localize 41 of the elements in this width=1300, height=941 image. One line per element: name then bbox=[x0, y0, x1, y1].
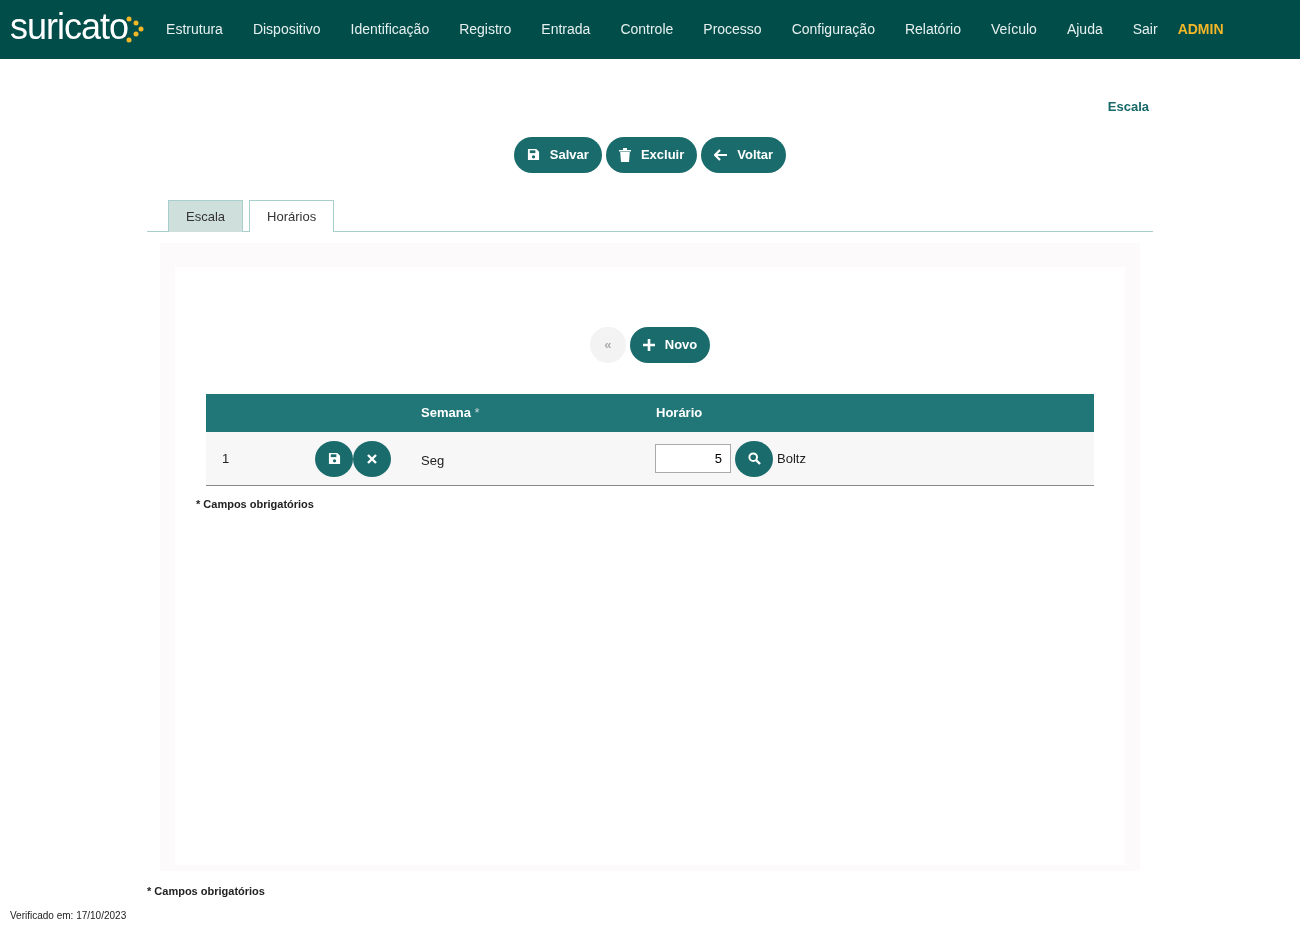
nav-link[interactable]: Dispositivo bbox=[252, 19, 321, 40]
logo[interactable]: suricato bbox=[10, 8, 129, 45]
nav-link[interactable]: Processo bbox=[703, 19, 762, 40]
number-field[interactable]: 5 bbox=[655, 444, 731, 473]
page-title: Escala bbox=[1107, 98, 1149, 116]
trash-icon bbox=[618, 147, 631, 162]
verified-date: Verificado em: 17/10/2023 bbox=[10, 908, 127, 923]
tab[interactable]: Horários bbox=[249, 199, 335, 232]
required-note: * Campos obrigatórios bbox=[196, 497, 315, 512]
user-link[interactable]: ADMIN bbox=[1177, 19, 1224, 40]
nav-link[interactable]: Sair bbox=[1132, 19, 1158, 40]
nav-link[interactable]: Configuração bbox=[791, 19, 875, 40]
arrow-left-icon bbox=[714, 148, 728, 161]
nav-link[interactable]: Controle bbox=[620, 19, 674, 40]
remove-button[interactable] bbox=[353, 440, 391, 477]
save-icon bbox=[327, 452, 341, 465]
table-cell: 1 bbox=[222, 450, 230, 466]
required-note: * Campos obrigatórios bbox=[147, 884, 266, 899]
nav-link[interactable]: Relatório bbox=[904, 19, 961, 40]
delete-button[interactable]: Excluir bbox=[605, 136, 698, 173]
table-cell: Seg bbox=[421, 452, 445, 468]
column-header: Horário bbox=[656, 405, 703, 421]
nav-link[interactable]: Identificação bbox=[350, 19, 430, 40]
table-cell-text: Boltz bbox=[777, 449, 806, 468]
nav-link[interactable]: Registro bbox=[459, 19, 512, 40]
save-button[interactable] bbox=[315, 440, 353, 477]
dots-icon bbox=[126, 14, 145, 45]
column-header: Semana * bbox=[421, 405, 480, 421]
search-icon bbox=[747, 452, 761, 465]
close-icon bbox=[367, 453, 377, 464]
nav-link[interactable]: Estrutura bbox=[166, 19, 223, 40]
save-button[interactable]: Salvar bbox=[513, 136, 602, 173]
new-button[interactable]: Novo bbox=[629, 327, 711, 363]
nav-link[interactable]: Veículo bbox=[990, 19, 1037, 40]
search-button[interactable] bbox=[735, 440, 773, 477]
plus-icon bbox=[642, 339, 655, 351]
back-button[interactable]: Voltar bbox=[701, 136, 787, 173]
tab[interactable]: Escala bbox=[168, 199, 244, 232]
nav-link[interactable]: Entrada bbox=[541, 19, 591, 40]
nav-link[interactable]: Ajuda bbox=[1066, 19, 1103, 40]
save-icon bbox=[526, 148, 540, 161]
